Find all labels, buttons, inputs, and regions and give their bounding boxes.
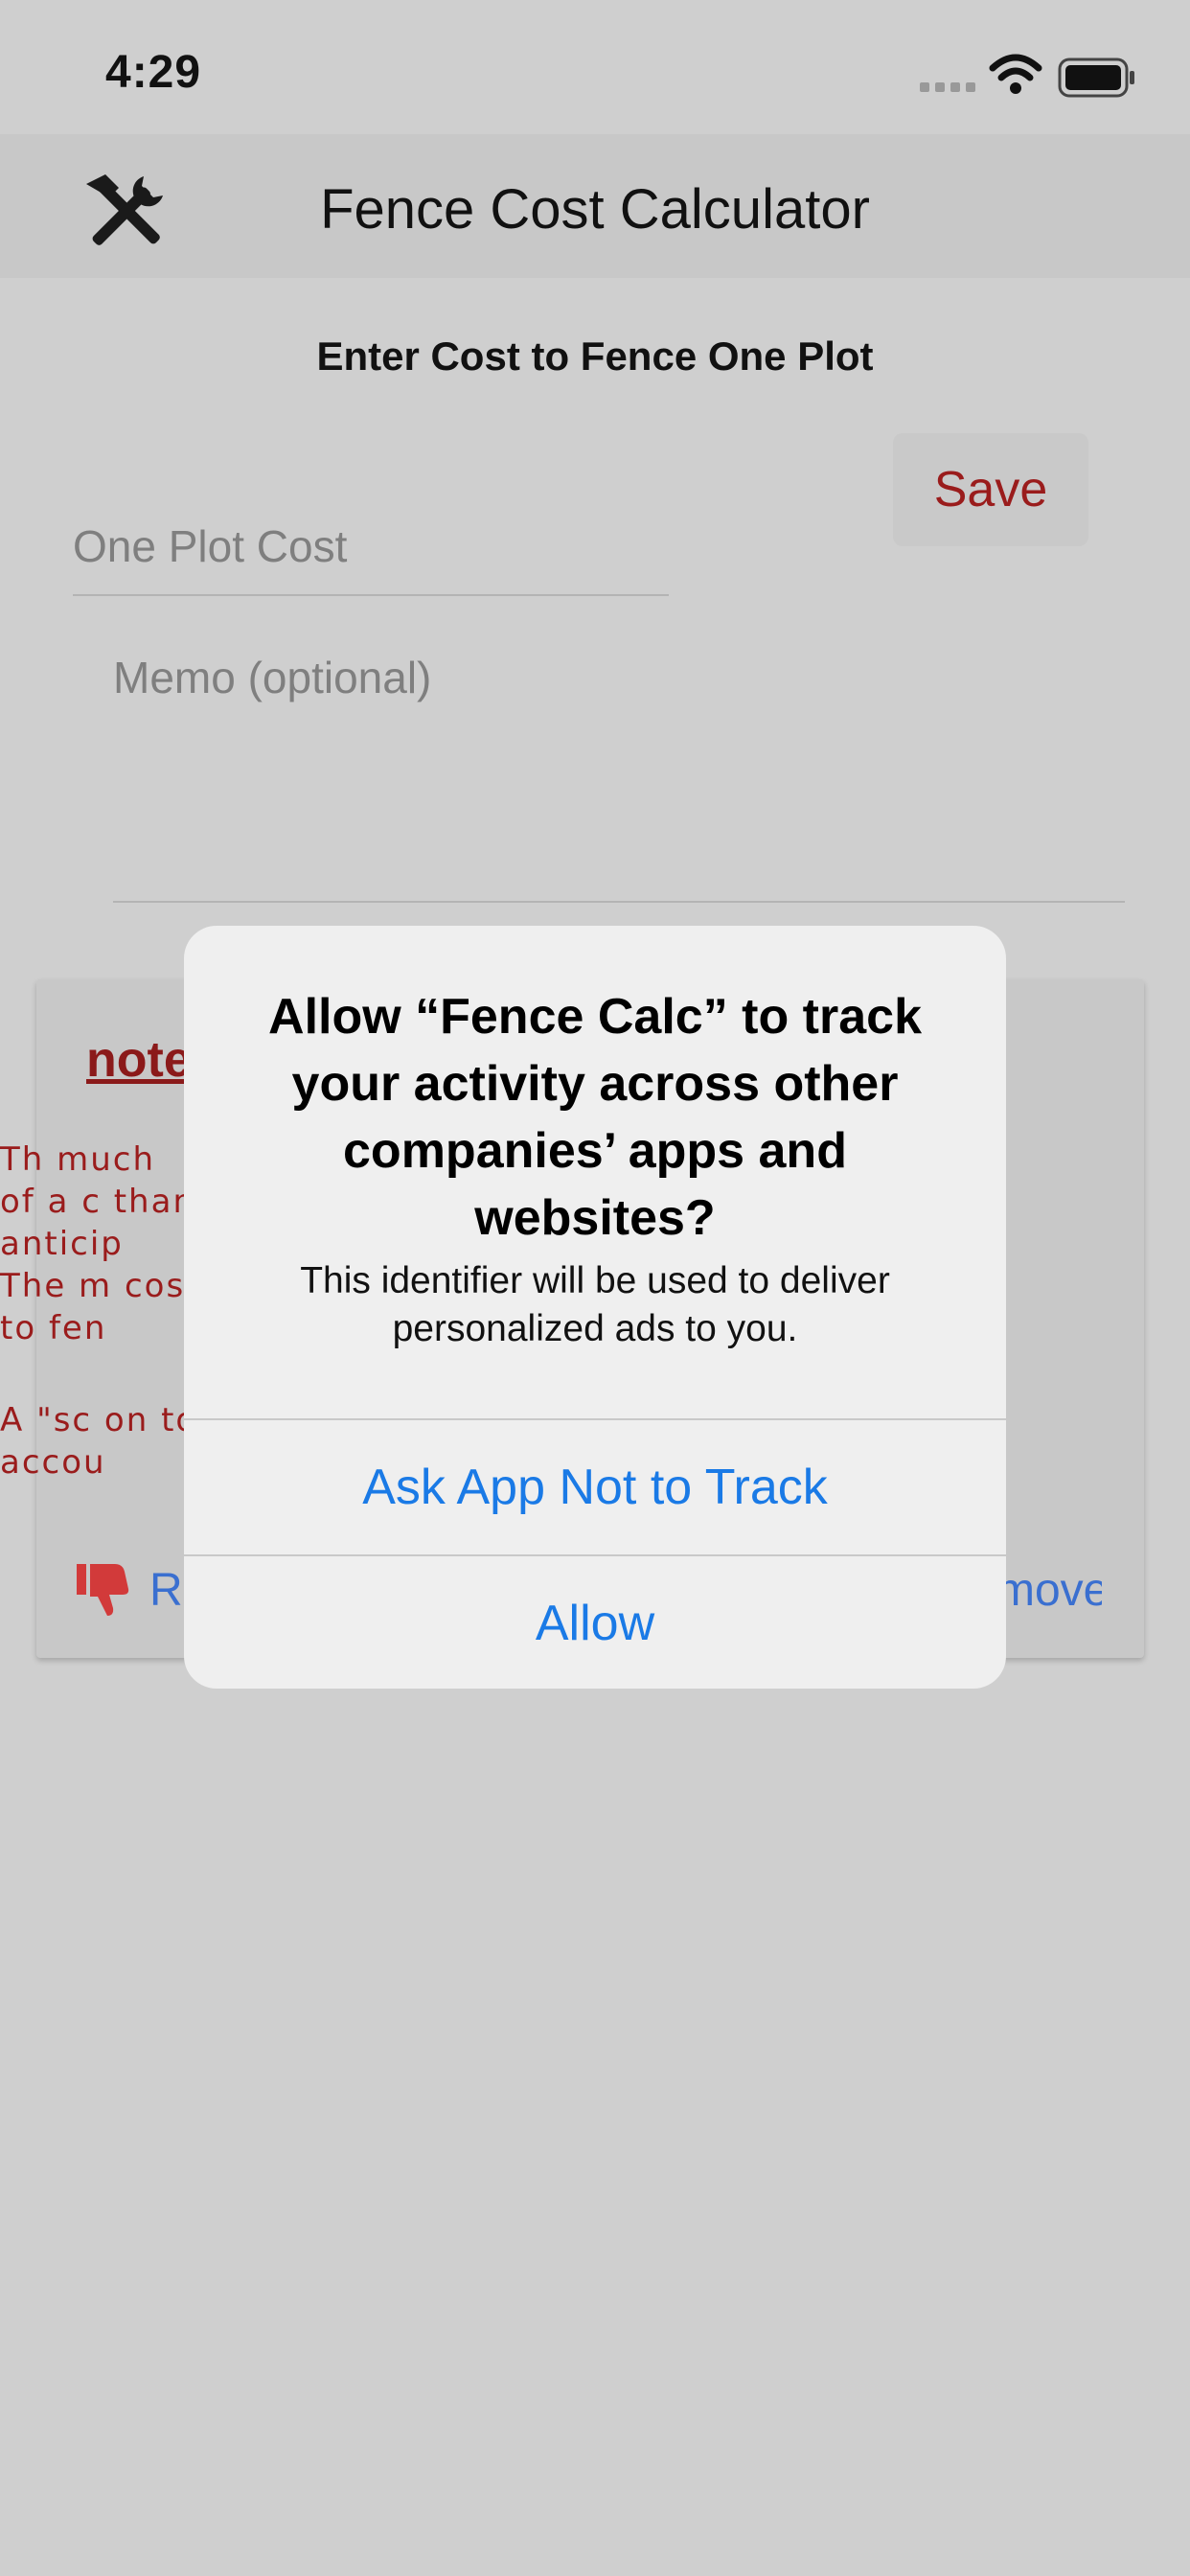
thumbs-down-icon[interactable] — [77, 1560, 132, 1618]
nav-title: Fence Cost Calculator — [320, 178, 870, 241]
section-heading: Enter Cost to Fence One Plot — [316, 334, 874, 379]
battery-icon — [1058, 58, 1134, 98]
tracking-alert: Allow “Fence Calc” to track your activit… — [184, 926, 1006, 1689]
alert-title: Allow “Fence Calc” to track your activit… — [268, 989, 922, 1246]
save-button[interactable]: Save — [893, 433, 1088, 546]
note-title: note — [86, 1032, 192, 1088]
allow-button[interactable]: Allow — [184, 1556, 1006, 1689]
ask-not-to-track-button[interactable]: Ask App Not to Track — [184, 1420, 1006, 1554]
wifi-icon — [989, 54, 1042, 94]
signal-icon — [920, 82, 975, 92]
memo-input[interactable] — [113, 642, 1125, 903]
remove-link[interactable]: move — [996, 1564, 1102, 1617]
alert-message: This identifier will be used to deliver … — [300, 1260, 890, 1349]
plot-cost-input[interactable] — [73, 498, 669, 596]
status-time: 4:29 — [105, 47, 202, 98]
